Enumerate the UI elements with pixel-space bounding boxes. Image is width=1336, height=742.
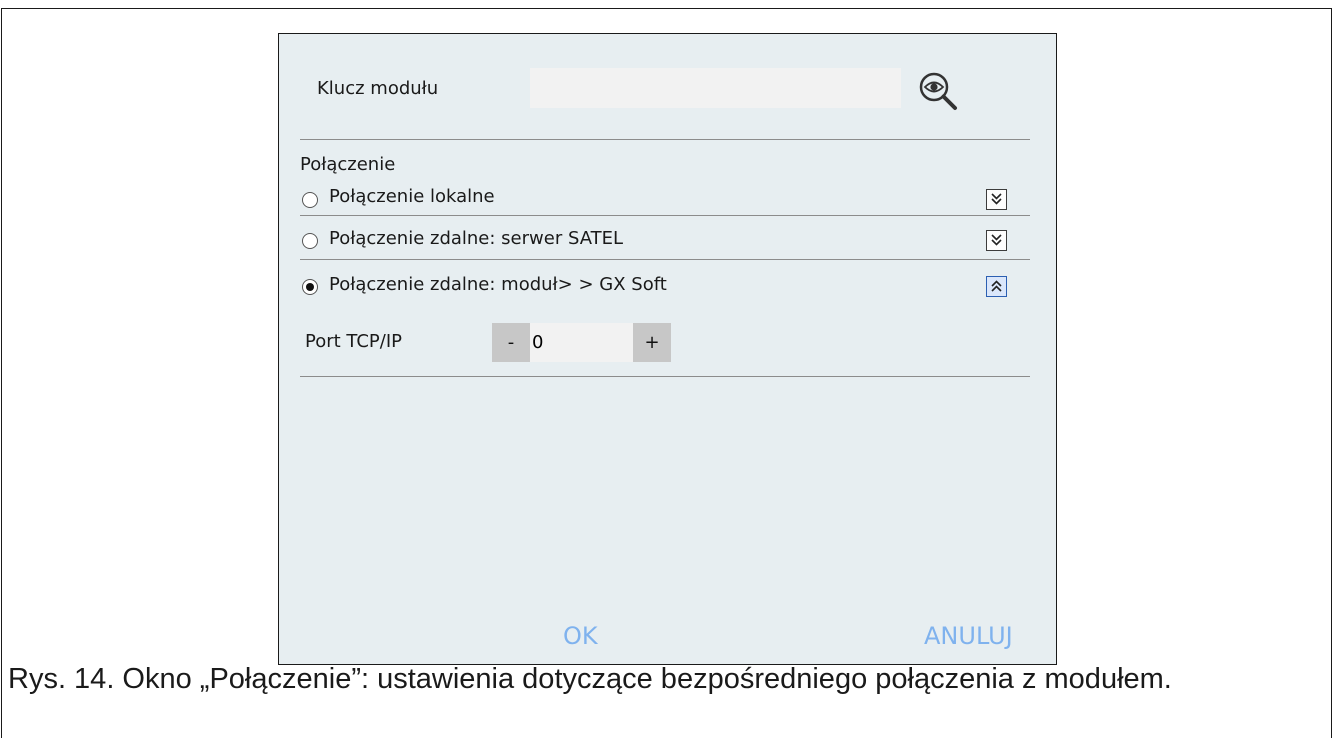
ok-button[interactable]: OK bbox=[563, 622, 598, 650]
port-decrement-button[interactable]: - bbox=[492, 323, 530, 362]
chevron-double-down-icon bbox=[991, 234, 1002, 246]
show-key-eye-magnifier-icon[interactable] bbox=[917, 70, 959, 112]
port-label: Port TCP/IP bbox=[305, 331, 402, 352]
option-remote-satel-label: Połączenie zdalne: serwer SATEL bbox=[329, 228, 624, 249]
chevron-double-up-icon bbox=[991, 280, 1002, 292]
radio-local-connection[interactable] bbox=[302, 192, 318, 208]
option-local-label: Połączenie lokalne bbox=[329, 186, 495, 207]
divider-option-2 bbox=[300, 259, 1030, 260]
figure-caption: Rys. 14. Okno „Połączenie”: ustawienia d… bbox=[8, 663, 1172, 695]
cancel-button[interactable]: ANULUJ bbox=[924, 622, 1013, 650]
expand-local-button[interactable] bbox=[986, 189, 1007, 210]
connection-dialog: Klucz modułu Połączenie Połączenie lokal… bbox=[278, 33, 1057, 665]
radio-remote-gxsoft[interactable] bbox=[302, 279, 318, 295]
collapse-remote-gxsoft-button[interactable] bbox=[986, 276, 1007, 297]
divider-top bbox=[300, 139, 1030, 140]
divider-bottom bbox=[300, 376, 1030, 377]
divider-option-1 bbox=[300, 215, 1030, 216]
module-key-label: Klucz modułu bbox=[317, 78, 439, 99]
port-increment-button[interactable]: + bbox=[633, 323, 671, 362]
option-remote-gxsoft-label: Połączenie zdalne: moduł> > GX Soft bbox=[329, 274, 667, 295]
module-key-input[interactable] bbox=[530, 68, 901, 108]
radio-remote-satel[interactable] bbox=[302, 233, 318, 249]
port-value-field[interactable]: 0 bbox=[530, 323, 633, 362]
chevron-double-down-icon bbox=[991, 193, 1002, 205]
expand-remote-satel-button[interactable] bbox=[986, 230, 1007, 251]
connection-section-label: Połączenie bbox=[300, 154, 396, 175]
